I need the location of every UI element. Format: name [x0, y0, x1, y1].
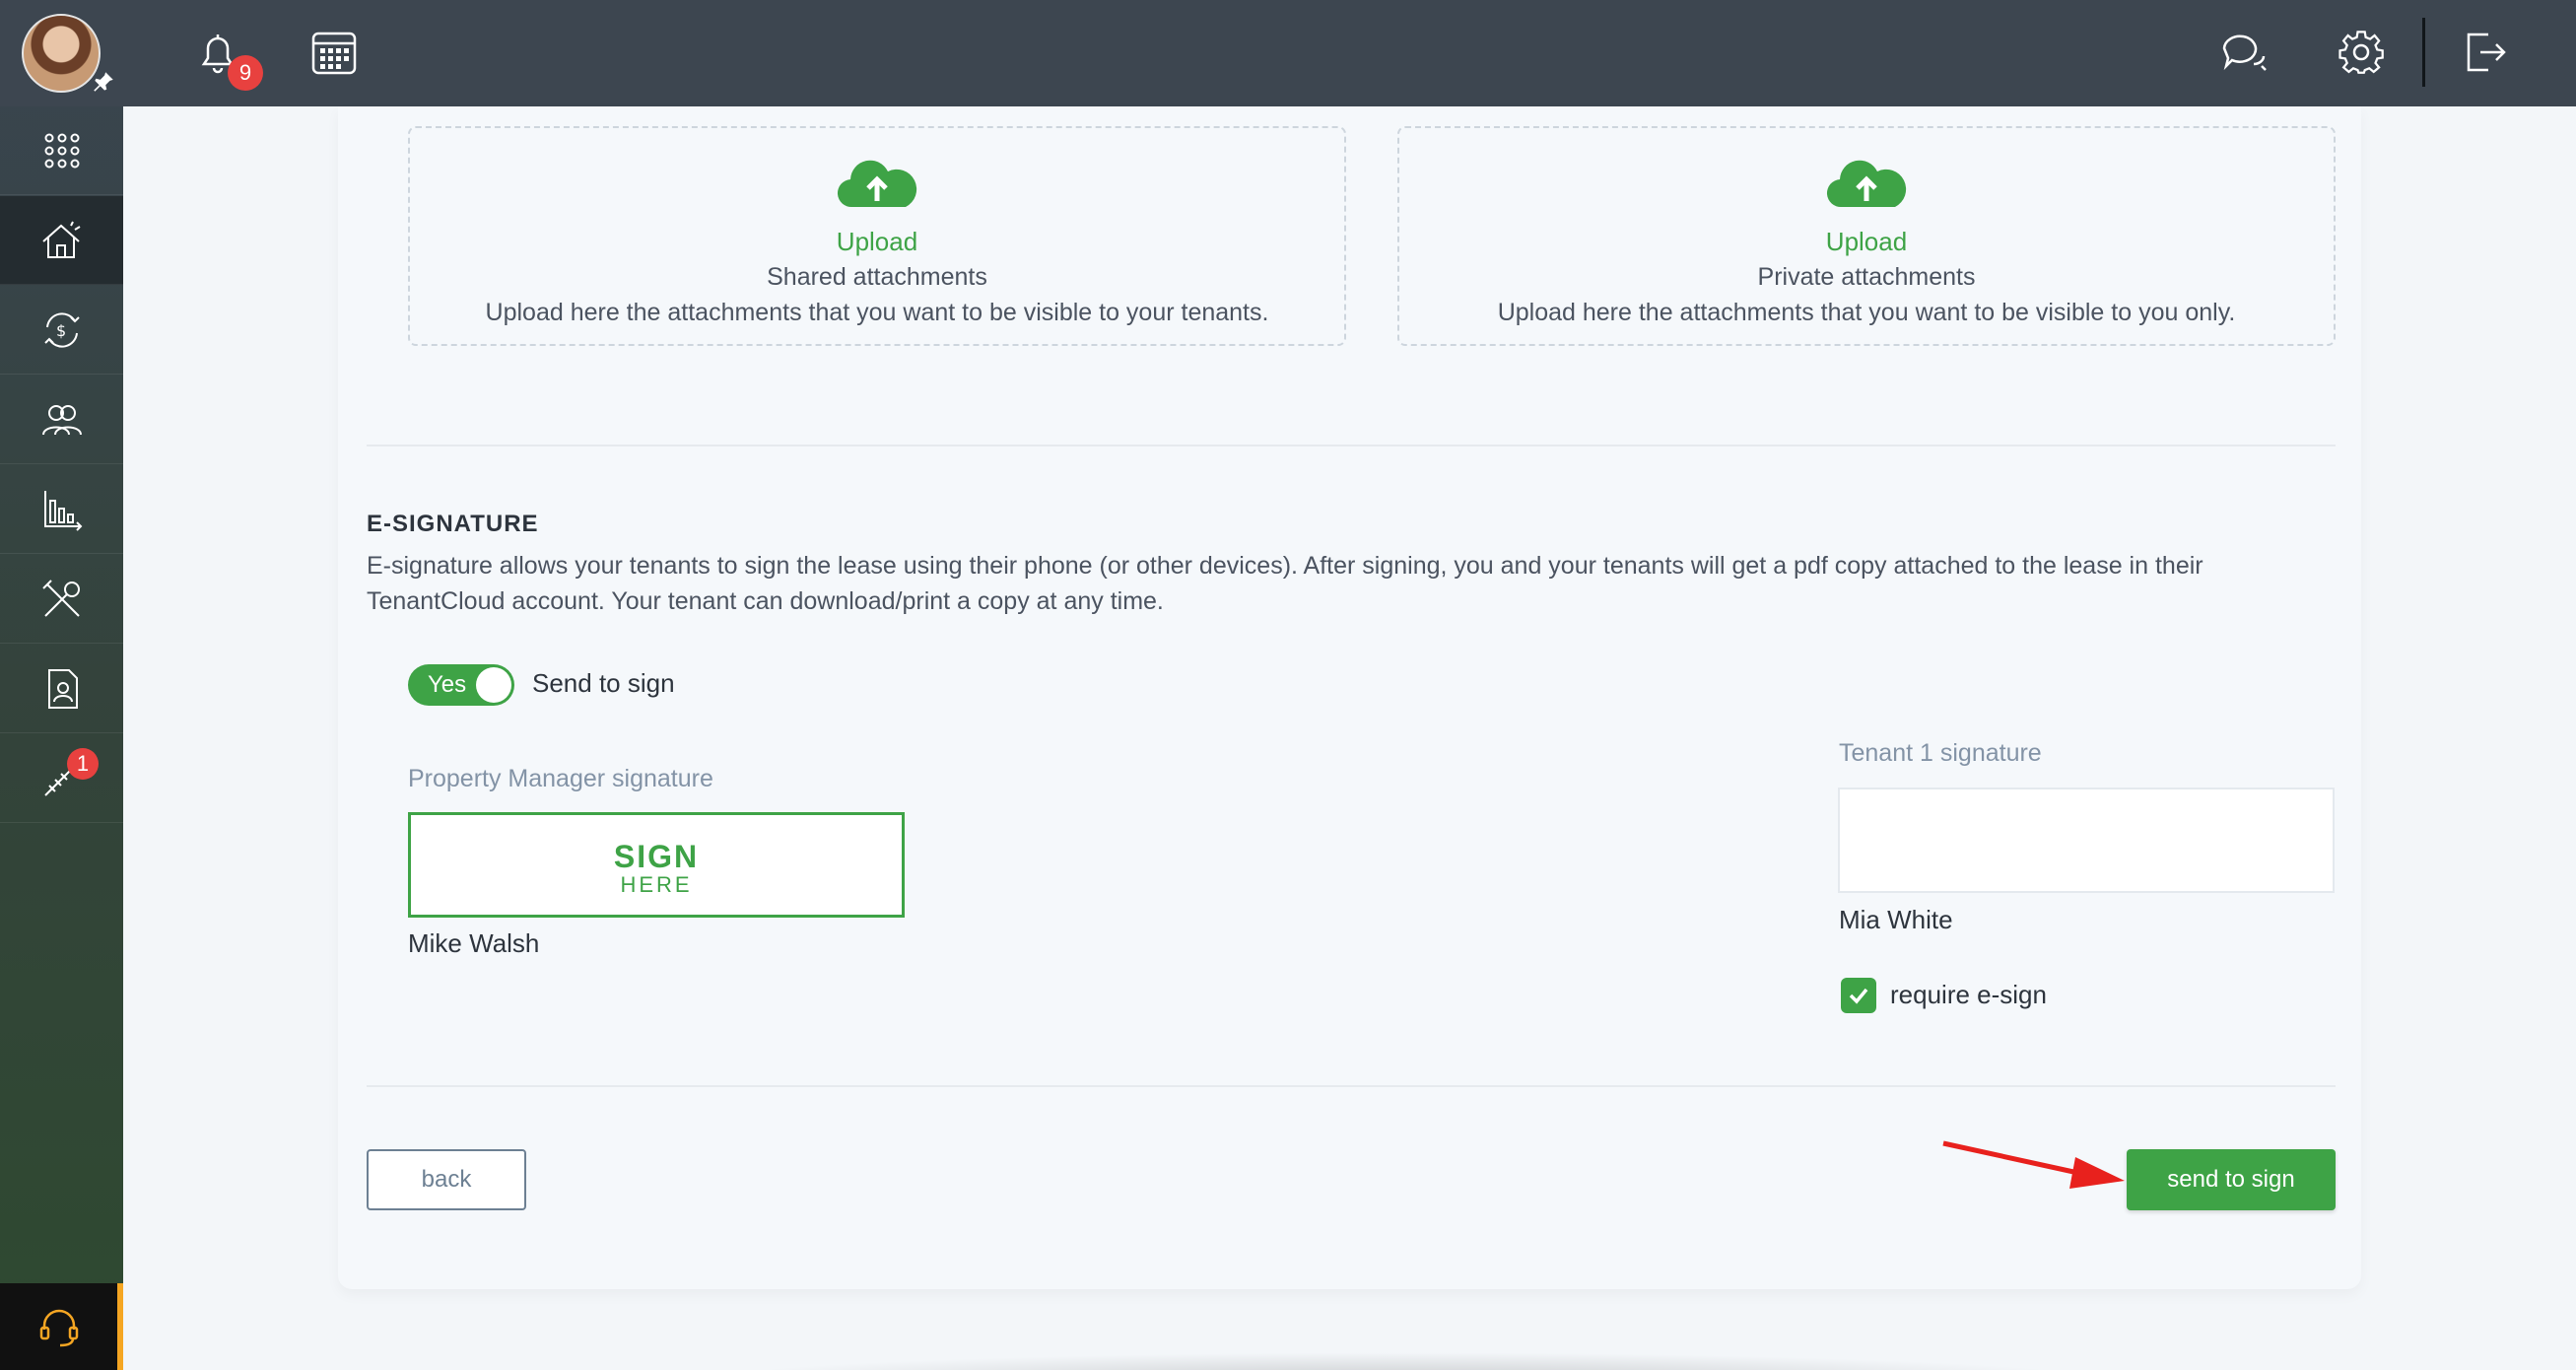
toggle-knob: [476, 667, 511, 703]
headset-icon: [39, 1309, 78, 1347]
gear-icon[interactable]: [2336, 27, 2387, 78]
upload-subtitle: Private attachments: [1757, 263, 1976, 291]
notification-badge: 9: [228, 55, 263, 91]
upload-subtitle: Shared attachments: [767, 263, 987, 291]
support-button[interactable]: [0, 1283, 123, 1370]
manager-signature-label: Property Manager signature: [408, 765, 713, 792]
section-divider: [367, 445, 2336, 446]
avatar-area: [0, 0, 123, 106]
apps-grid-icon: [44, 133, 79, 168]
here-text: HERE: [620, 872, 693, 897]
logout-icon[interactable]: [2459, 27, 2510, 78]
sidebar-item-marketing[interactable]: 1: [0, 734, 123, 823]
upload-description: Upload here the attachments that you wan…: [485, 299, 1269, 326]
topbar-divider: [2422, 18, 2425, 87]
reports-icon: [43, 490, 82, 531]
people-icon: [41, 404, 82, 435]
tenant-signature-box: [1838, 788, 2335, 893]
private-attachments-dropzone[interactable]: Upload Private attachments Upload here t…: [1397, 126, 2336, 346]
leases-icon: [47, 668, 78, 709]
manager-name: Mike Walsh: [408, 928, 540, 958]
sign-here-button[interactable]: SIGN HERE: [408, 812, 905, 918]
send-to-sign-label: Send to sign: [532, 668, 675, 698]
pin-icon[interactable]: [91, 69, 116, 95]
esignature-heading: E-SIGNATURE: [367, 511, 539, 537]
back-button[interactable]: back: [367, 1149, 526, 1210]
sidebar-item-properties[interactable]: [0, 196, 123, 285]
accounting-icon: $: [43, 311, 80, 348]
svg-text:$: $: [56, 321, 66, 340]
properties-icon: [41, 221, 81, 258]
upload-link[interactable]: Upload: [410, 227, 1344, 257]
sidebar: $ 1: [0, 0, 123, 1370]
sidebar-item-leases[interactable]: [0, 645, 123, 733]
section-divider: [367, 1085, 2336, 1087]
esignature-description: E-signature allows your tenants to sign …: [367, 552, 2203, 615]
sidebar-item-maintenance[interactable]: [0, 555, 123, 644]
sidebar-item-people[interactable]: [0, 376, 123, 464]
topbar: 9: [123, 0, 2576, 106]
tenant-signature-label: Tenant 1 signature: [1839, 739, 2042, 767]
annotation-arrow-icon: [1942, 1140, 2125, 1189]
maintenance-icon: [41, 579, 80, 617]
upload-description: Upload here the attachments that you wan…: [1497, 299, 2236, 326]
shared-attachments-dropzone[interactable]: Upload Shared attachments Upload here th…: [408, 126, 1346, 346]
require-esign-label: require e-sign: [1890, 980, 2047, 1009]
sidebar-item-accounting[interactable]: $: [0, 286, 123, 375]
checkmark-icon: [1849, 988, 1868, 1004]
sidebar-item-reports[interactable]: [0, 465, 123, 554]
send-to-sign-toggle[interactable]: Yes: [408, 664, 514, 706]
tenant-name: Mia White: [1839, 905, 1953, 934]
upload-link[interactable]: Upload: [1399, 227, 2334, 257]
toggle-value: Yes: [428, 671, 467, 698]
marketing-badge: 1: [67, 748, 99, 780]
cloud-upload-icon: [1826, 160, 1907, 208]
chat-icon[interactable]: [2218, 27, 2270, 78]
send-to-sign-button[interactable]: send to sign: [2127, 1149, 2336, 1210]
calendar-icon[interactable]: [308, 27, 360, 78]
next-card-shadow: [690, 1352, 2119, 1370]
sign-text: SIGN: [613, 839, 700, 874]
cloud-upload-icon: [837, 160, 917, 208]
sidebar-item-apps[interactable]: [0, 106, 123, 195]
avatar[interactable]: [22, 14, 101, 93]
require-esign-checkbox[interactable]: [1841, 978, 1876, 1013]
